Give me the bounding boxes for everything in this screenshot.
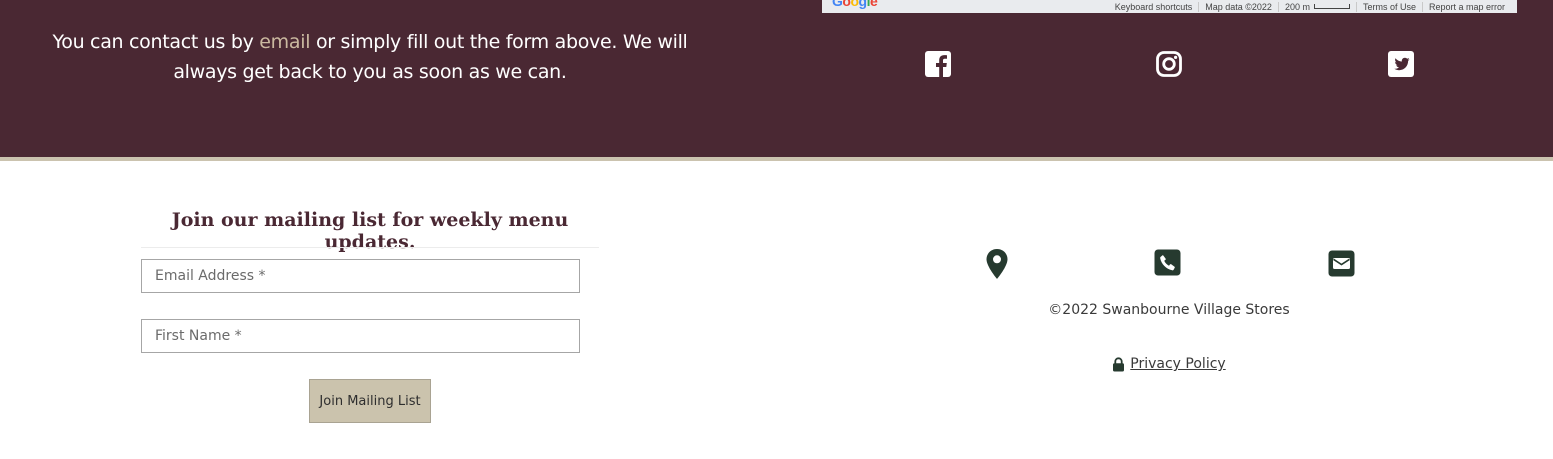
logo-letter: g bbox=[858, 0, 868, 9]
mailing-title-divider bbox=[141, 247, 599, 248]
logo-letter: G bbox=[832, 0, 843, 9]
join-mailing-list-button[interactable]: Join Mailing List bbox=[309, 379, 431, 423]
map-pin-icon[interactable] bbox=[983, 248, 1011, 280]
email-link[interactable]: email bbox=[259, 31, 310, 53]
terms-of-use-link[interactable]: Terms of Use bbox=[1355, 1, 1422, 12]
google-logo[interactable]: Google bbox=[832, 0, 878, 9]
map-scale[interactable]: 200 m bbox=[1277, 1, 1356, 12]
facebook-icon[interactable] bbox=[924, 50, 952, 78]
phone-icon[interactable] bbox=[1154, 249, 1181, 276]
first-name-input[interactable] bbox=[141, 319, 580, 353]
twitter-icon[interactable] bbox=[1387, 50, 1415, 78]
privacy-policy-link[interactable]: Privacy Policy bbox=[1130, 356, 1225, 372]
contact-text-before: You can contact us by bbox=[52, 31, 260, 53]
map-scale-bar bbox=[1313, 4, 1350, 9]
instagram-icon[interactable] bbox=[1155, 50, 1183, 78]
section-divider bbox=[0, 157, 1553, 161]
map-data-label: Map data ©2022 bbox=[1198, 1, 1278, 12]
map-scale-label: 200 m bbox=[1284, 1, 1310, 12]
contact-message: You can contact us by email or simply fi… bbox=[20, 27, 720, 87]
report-map-error-link[interactable]: Report a map error bbox=[1421, 1, 1511, 12]
keyboard-shortcuts-button[interactable]: Keyboard shortcuts bbox=[1109, 2, 1199, 12]
privacy-policy-row: Privacy Policy bbox=[969, 356, 1369, 372]
logo-letter: e bbox=[869, 0, 878, 9]
logo-letter: o bbox=[850, 0, 859, 9]
email-address-input[interactable] bbox=[141, 259, 580, 293]
lock-icon bbox=[1113, 356, 1125, 371]
map-attribution: Keyboard shortcuts Map data ©2022 200 m … bbox=[1109, 0, 1511, 13]
contact-section: Google Keyboard shortcuts Map data ©2022… bbox=[0, 0, 1553, 157]
envelope-icon[interactable] bbox=[1328, 250, 1355, 277]
copyright-text: ©2022 Swanbourne Village Stores bbox=[1048, 302, 1290, 318]
map-footer-bar: Google Keyboard shortcuts Map data ©2022… bbox=[822, 0, 1517, 13]
